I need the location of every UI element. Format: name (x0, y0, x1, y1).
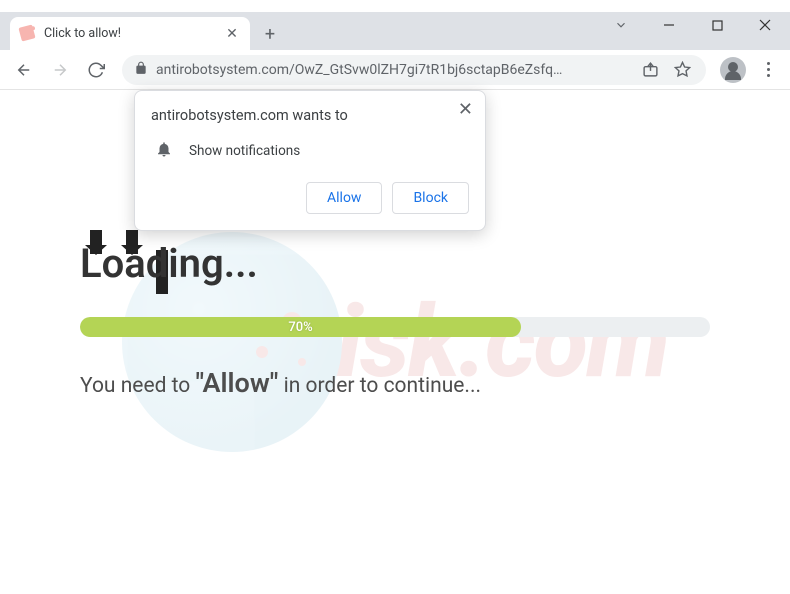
kebab-menu-icon[interactable] (754, 62, 782, 77)
browser-tab[interactable]: Click to allow! ✕ (10, 17, 250, 50)
maximize-button[interactable] (708, 20, 726, 31)
new-tab-button[interactable]: + (256, 20, 284, 48)
back-button[interactable] (8, 54, 40, 86)
hint-emphasis: "Allow" (195, 367, 278, 399)
progress-fill: 70% (80, 317, 521, 337)
hint-suffix: in order to continue... (278, 374, 481, 398)
dialog-close-button[interactable]: ✕ (458, 101, 473, 119)
reload-button[interactable] (80, 54, 112, 86)
profile-avatar[interactable] (720, 57, 746, 83)
minimize-button[interactable] (660, 19, 678, 31)
bell-icon (155, 140, 173, 162)
star-icon[interactable] (670, 58, 694, 82)
megaphone-icon (20, 26, 36, 42)
allow-button[interactable]: Allow (306, 182, 382, 214)
permission-label: Show notifications (189, 143, 300, 159)
address-bar[interactable]: antirobotsystem.com/OwZ_GtSvw0lZH7gi7tR1… (122, 55, 706, 85)
dialog-actions: Allow Block (151, 182, 469, 214)
browser-toolbar: antirobotsystem.com/OwZ_GtSvw0lZH7gi7tR1… (0, 50, 790, 90)
permission-row: Show notifications (151, 140, 469, 162)
window-close-button[interactable] (756, 19, 774, 31)
progress-label: 70% (288, 320, 312, 335)
lock-icon (134, 60, 148, 79)
hint-text: You need to "Allow" in order to continue… (80, 367, 710, 399)
tab-title: Click to allow! (44, 26, 224, 41)
dialog-title: antirobotsystem.com wants to (151, 107, 469, 124)
chevron-down-icon[interactable] (612, 18, 630, 32)
notification-permission-dialog: ✕ antirobotsystem.com wants to Show noti… (134, 90, 486, 231)
tab-close-button[interactable]: ✕ (224, 26, 240, 42)
progress-bar: 70% (80, 317, 710, 337)
window-controls (612, 18, 774, 32)
loading-heading: Loading... (80, 240, 710, 287)
share-icon[interactable] (638, 58, 662, 82)
url-text: antirobotsystem.com/OwZ_GtSvw0lZH7gi7tR1… (156, 62, 630, 78)
forward-button[interactable] (44, 54, 76, 86)
hint-prefix: You need to (80, 374, 195, 398)
block-button[interactable]: Block (392, 182, 469, 214)
window-titlebar (0, 0, 790, 12)
